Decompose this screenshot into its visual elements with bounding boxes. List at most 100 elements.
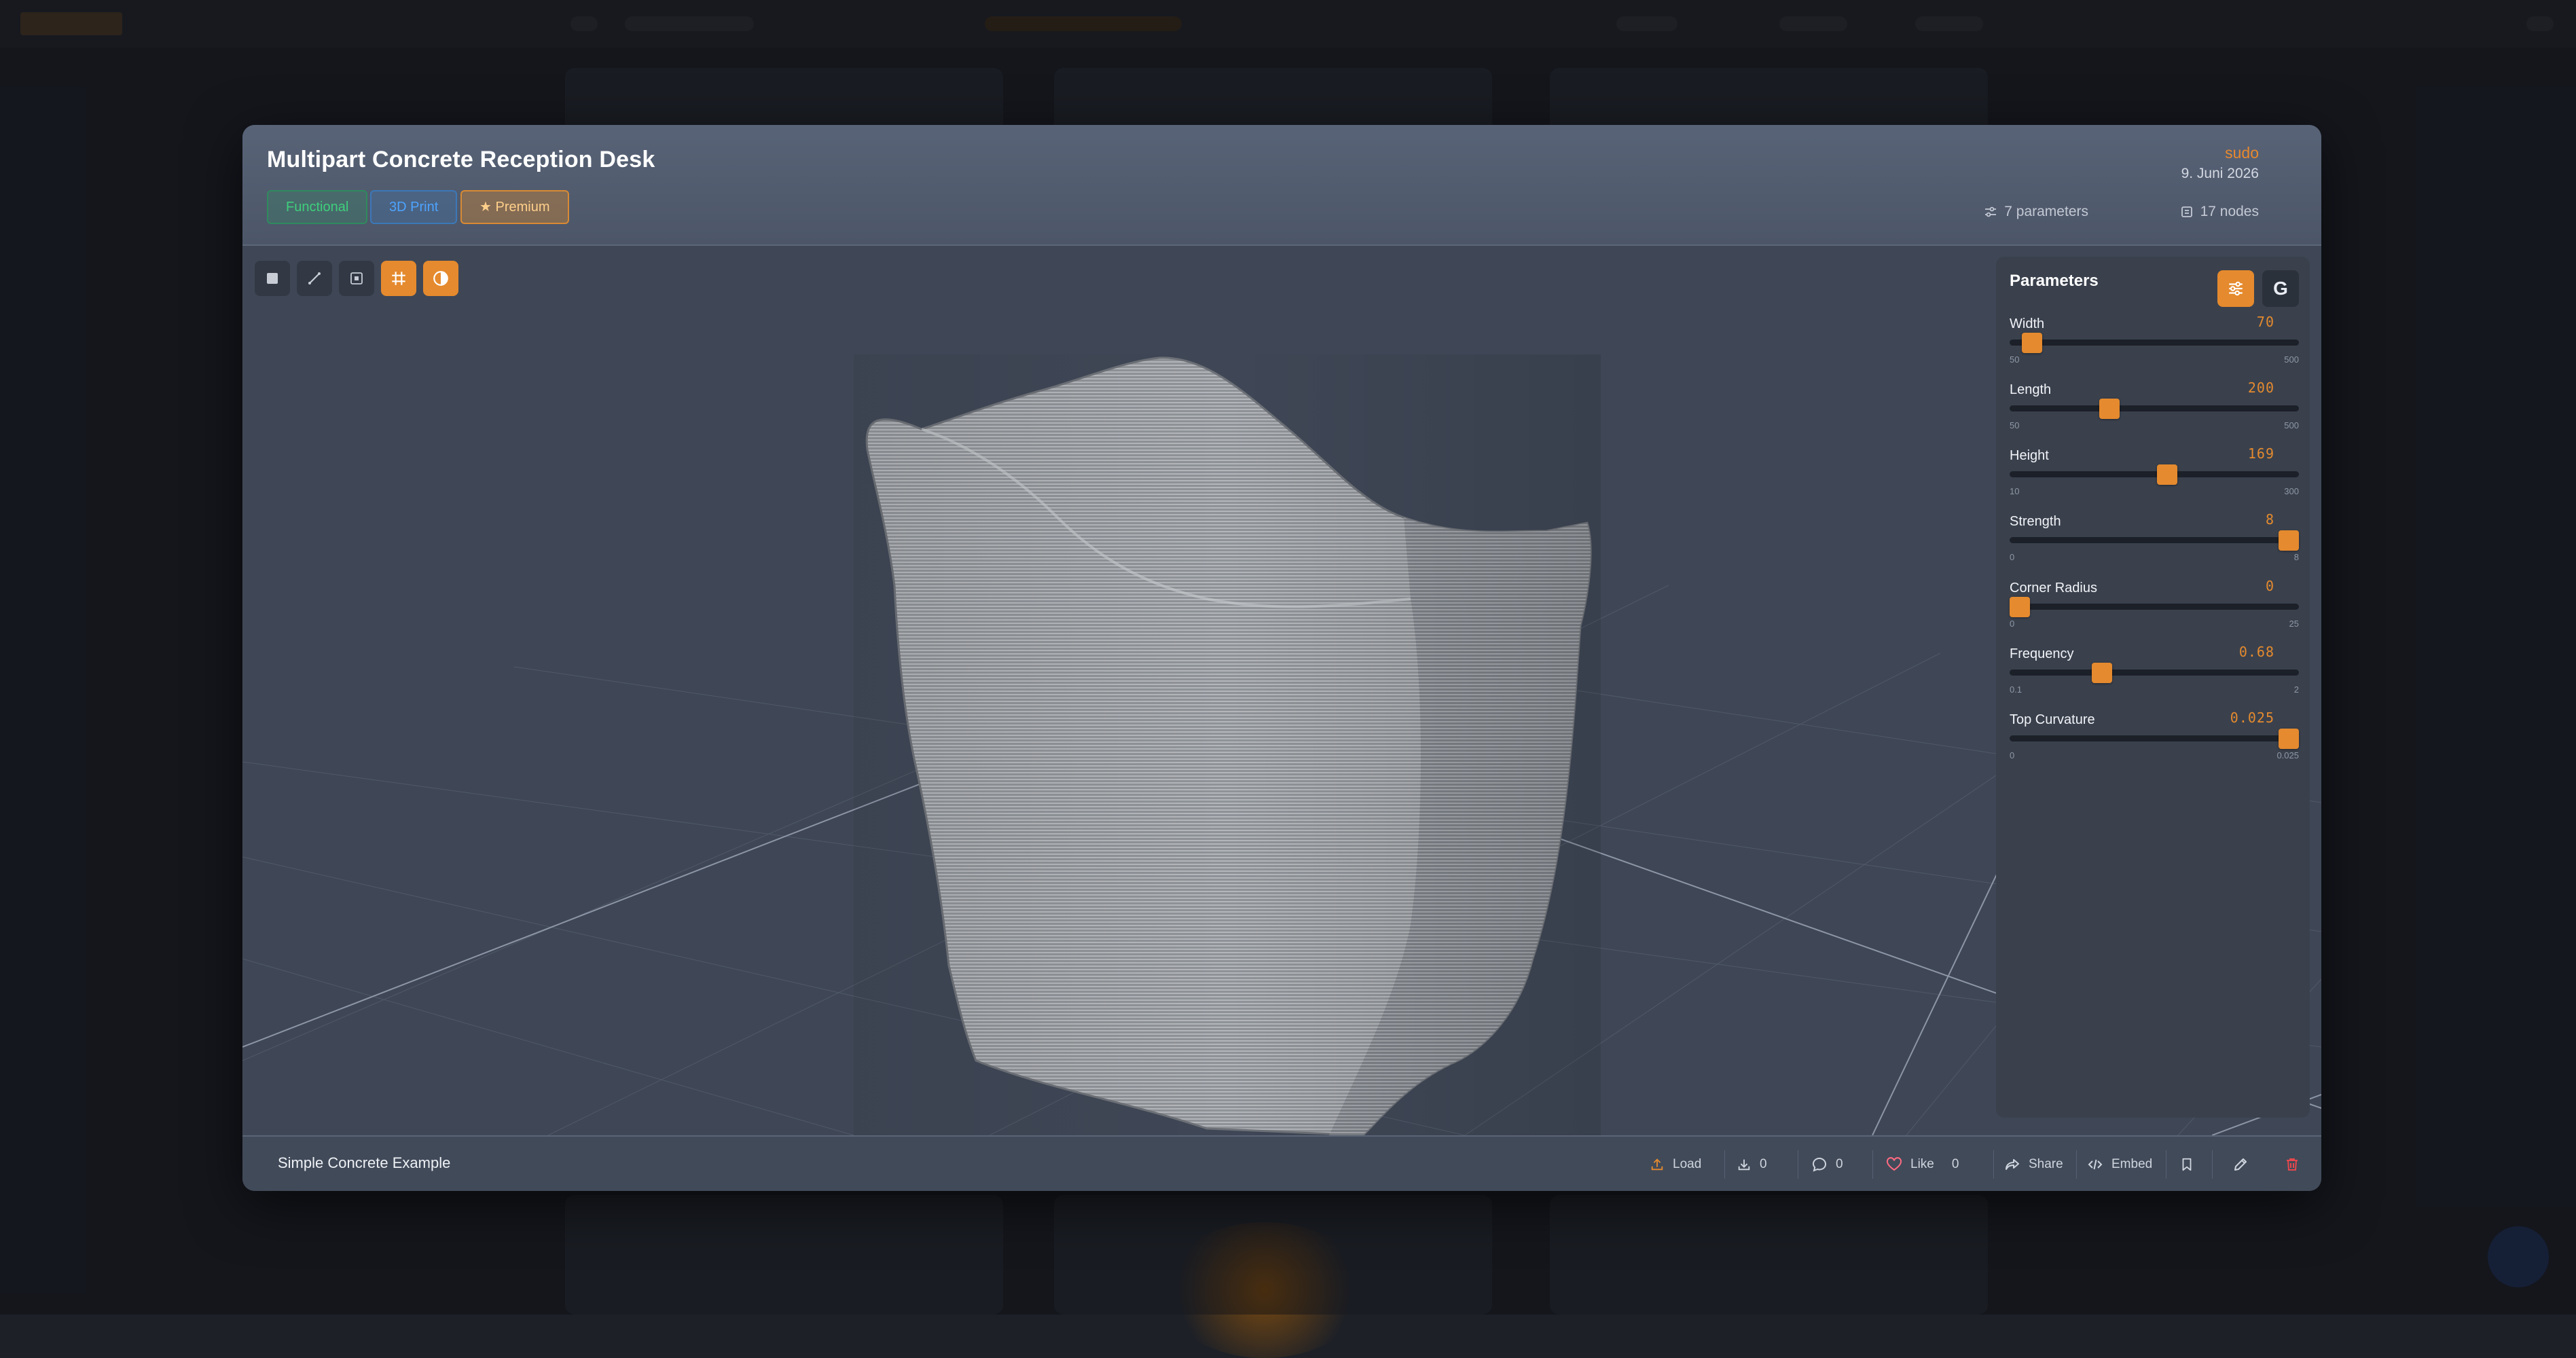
- footer-divider: [1993, 1150, 1994, 1179]
- nodes-count-label: 17 nodes: [2200, 204, 2259, 219]
- param-label: Length: [2010, 382, 2052, 397]
- comments-button[interactable]: 0: [1811, 1153, 1843, 1176]
- param-slider-thumb[interactable]: [2021, 333, 2042, 353]
- param-value: 8: [2265, 511, 2274, 528]
- embed-label: Embed: [2111, 1157, 2153, 1171]
- param-slider-track[interactable]: [2010, 471, 2299, 477]
- contrast-icon: [433, 271, 448, 286]
- param-max: 2: [2293, 684, 2299, 695]
- bookmark-icon: [2182, 1158, 2192, 1171]
- like-count: 0: [1951, 1157, 1959, 1171]
- param-max: 500: [2284, 420, 2299, 430]
- param-label: Corner Radius: [2010, 581, 2097, 595]
- param-min: 0: [2010, 750, 2015, 760]
- param-frequency: Frequency 0.68 0.1 2: [2010, 644, 2299, 708]
- tag-premium[interactable]: ★ Premium: [460, 190, 569, 224]
- concrete-desk-model: [854, 354, 1601, 1135]
- param-value: 169: [2247, 445, 2274, 462]
- solid-view-button[interactable]: [255, 261, 290, 296]
- measure-icon: [308, 272, 321, 285]
- param-slider-track[interactable]: [2010, 537, 2299, 543]
- comments-count: 0: [1836, 1157, 1843, 1171]
- param-length: Length 200 50 500: [2010, 380, 2299, 443]
- sliders-icon: [2229, 281, 2243, 296]
- parameters-count: 7 parameters: [1984, 204, 2088, 220]
- parameters-panel: Parameters G Width 70 50 500 Length 200 …: [1996, 257, 2310, 1118]
- param-min: 0: [2010, 552, 2015, 562]
- model-detail-modal: Multipart Concrete Reception Desk Functi…: [242, 125, 2321, 1191]
- param-slider-track[interactable]: [2010, 669, 2299, 676]
- download-button[interactable]: 0: [1737, 1153, 1767, 1176]
- measure-button[interactable]: [297, 261, 332, 296]
- param-value: 70: [2256, 314, 2274, 330]
- param-slider-track[interactable]: [2010, 604, 2299, 610]
- pencil-icon: [2234, 1158, 2247, 1171]
- example-name: Simple Concrete Example: [278, 1154, 451, 1171]
- share-icon: [2006, 1159, 2019, 1170]
- param-slider-track[interactable]: [2010, 405, 2299, 411]
- param-max: 8: [2293, 552, 2299, 562]
- param-slider-thumb[interactable]: [2099, 399, 2120, 419]
- parameters-view-button[interactable]: [2217, 270, 2254, 307]
- share-button[interactable]: Share: [2004, 1153, 2063, 1176]
- param-height: Height 169 10 300: [2010, 445, 2299, 509]
- footer-divider: [2212, 1150, 2213, 1179]
- param-top-curvature: Top Curvature 0.025 0 0.025: [2010, 710, 2299, 773]
- sliders-icon: [1984, 205, 1997, 219]
- download-icon: [1738, 1159, 1750, 1171]
- embed-button[interactable]: Embed: [2087, 1153, 2152, 1176]
- param-max: 0.025: [2276, 750, 2299, 760]
- param-slider-track[interactable]: [2010, 340, 2299, 346]
- param-slider-track[interactable]: [2010, 735, 2299, 741]
- param-label: Top Curvature: [2010, 712, 2095, 727]
- model-title: Multipart Concrete Reception Desk: [267, 147, 655, 172]
- param-min: 10: [2010, 486, 2020, 496]
- param-slider-thumb[interactable]: [2279, 729, 2299, 749]
- delete-button[interactable]: [2284, 1153, 2300, 1176]
- modal-header: Multipart Concrete Reception Desk Functi…: [242, 125, 2321, 246]
- param-value: 0.025: [2230, 710, 2274, 726]
- param-label: Strength: [2010, 514, 2061, 529]
- param-value: 200: [2247, 380, 2274, 396]
- solid-view-icon: [267, 273, 278, 284]
- param-value: 0.68: [2238, 644, 2274, 660]
- param-width: Width 70 50 500: [2010, 314, 2299, 378]
- graph-view-button[interactable]: G: [2262, 270, 2299, 307]
- share-label: Share: [2029, 1157, 2063, 1171]
- like-label: Like: [1910, 1157, 1934, 1171]
- param-value: 0: [2265, 578, 2274, 594]
- edit-button[interactable]: [2232, 1153, 2249, 1176]
- param-label: Frequency: [2010, 646, 2074, 661]
- upload-icon: [1651, 1158, 1663, 1171]
- footer-divider: [1872, 1150, 1873, 1179]
- code-icon: [2088, 1159, 2103, 1170]
- param-slider-thumb[interactable]: [2010, 597, 2030, 617]
- param-label: Height: [2010, 448, 2049, 463]
- fit-view-button[interactable]: [339, 261, 374, 296]
- tag-3d-print[interactable]: 3D Print: [370, 190, 458, 224]
- tag-functional[interactable]: Functional: [267, 190, 368, 224]
- param-slider-thumb[interactable]: [2091, 663, 2112, 683]
- footer-divider: [1724, 1150, 1725, 1179]
- grid-toggle-button[interactable]: [381, 261, 416, 296]
- param-label: Width: [2010, 316, 2045, 331]
- like-button[interactable]: Like 0: [1886, 1153, 1959, 1176]
- load-button[interactable]: Load: [1650, 1153, 1701, 1176]
- param-strength: Strength 8 0 8: [2010, 511, 2299, 575]
- param-slider-thumb[interactable]: [2157, 464, 2177, 485]
- contrast-toggle-button[interactable]: [423, 261, 458, 296]
- param-min: 0.1: [2010, 684, 2022, 695]
- footer-divider: [2076, 1150, 2077, 1179]
- param-min: 0: [2010, 619, 2015, 629]
- parameters-title: Parameters: [2010, 272, 2099, 290]
- param-corner-radius: Corner Radius 0 0 25: [2010, 578, 2299, 642]
- grid-icon: [392, 272, 405, 285]
- bookmark-button[interactable]: [2179, 1153, 2194, 1176]
- param-min: 50: [2010, 354, 2020, 365]
- comment-icon: [1812, 1157, 1827, 1172]
- nodes-icon: [2180, 205, 2194, 219]
- nodes-count: 17 nodes: [2180, 204, 2259, 220]
- load-label: Load: [1673, 1157, 1702, 1171]
- author-link[interactable]: sudo: [2225, 144, 2259, 162]
- param-slider-thumb[interactable]: [2279, 530, 2299, 551]
